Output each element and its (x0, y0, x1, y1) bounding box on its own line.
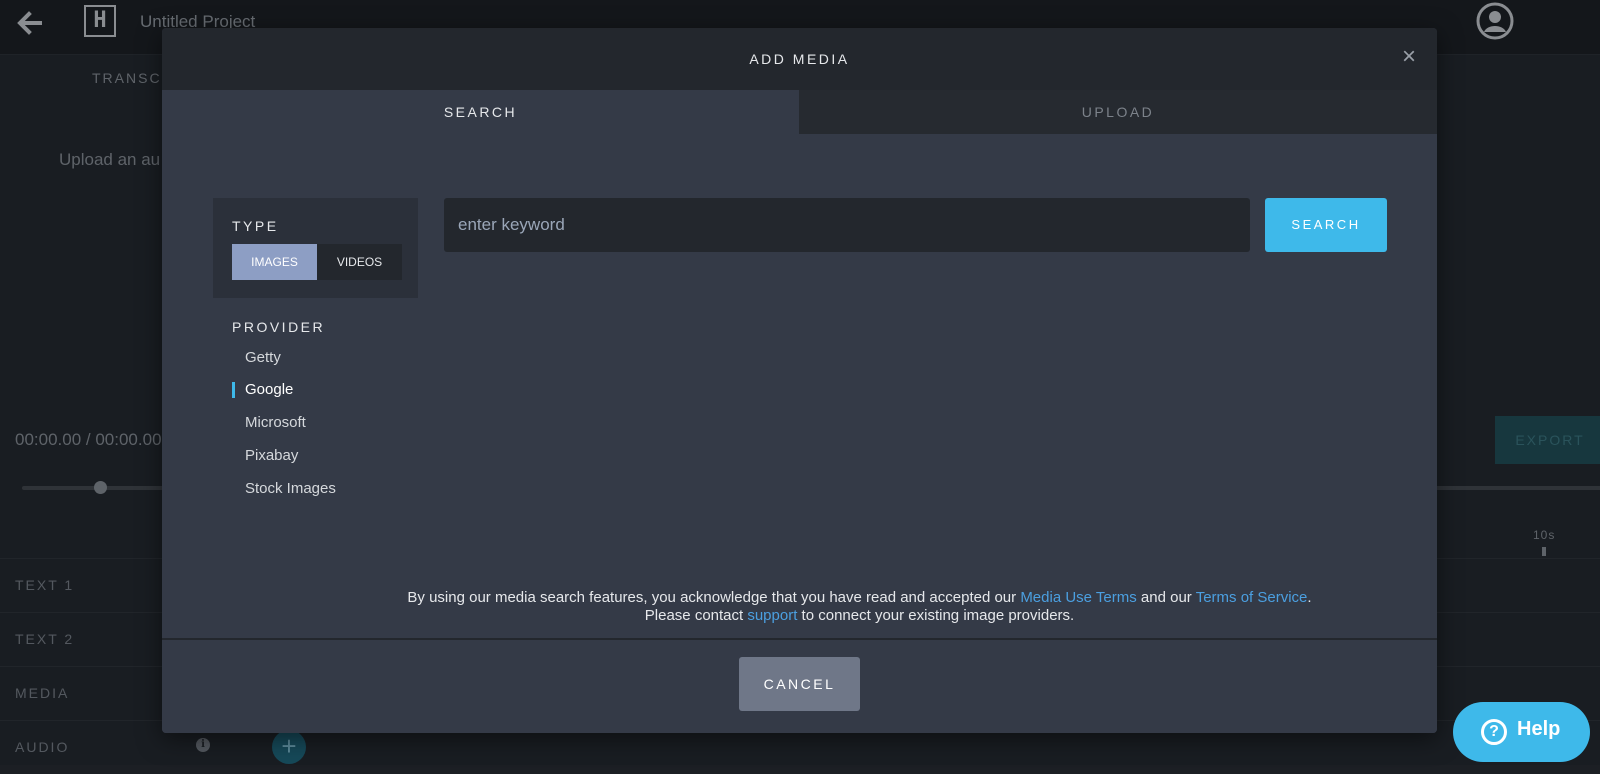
disclaimer-part: Please contact (644, 607, 748, 624)
provider-item-pixabay[interactable]: Pixabay (245, 447, 298, 464)
provider-item-microsoft[interactable]: Microsoft (245, 414, 306, 431)
provider-selected-marker (232, 382, 235, 398)
support-link[interactable]: support (747, 607, 797, 624)
help-label: Help (1517, 718, 1561, 740)
help-question-icon: ? (1481, 719, 1507, 745)
terms-of-service-link[interactable]: Terms of Service (1196, 589, 1308, 606)
cancel-button[interactable]: CANCEL (739, 657, 860, 711)
help-button[interactable]: ? Help (1453, 702, 1590, 762)
disclaimer-part: and our (1136, 589, 1196, 606)
tab-search[interactable]: SEARCH (162, 90, 799, 134)
close-icon[interactable]: × (1398, 45, 1420, 69)
type-images-toggle[interactable]: IMAGES (232, 244, 317, 280)
type-label: TYPE (232, 218, 279, 234)
disclaimer-part: to connect your existing image providers… (797, 607, 1075, 624)
type-videos-toggle[interactable]: VIDEOS (317, 244, 402, 280)
search-button[interactable]: SEARCH (1265, 198, 1387, 252)
disclaimer-part: By using our media search features, you … (407, 589, 1021, 606)
provider-item-getty[interactable]: Getty (245, 349, 281, 366)
media-use-terms-link[interactable]: Media Use Terms (1020, 589, 1136, 606)
keyword-search-input[interactable] (444, 198, 1250, 252)
tab-upload[interactable]: UPLOAD (799, 90, 1437, 134)
provider-label: PROVIDER (232, 319, 326, 335)
provider-item-google[interactable]: Google (245, 381, 293, 398)
disclaimer-text: By using our media search features, you … (162, 589, 1437, 625)
modal-title: ADD MEDIA (749, 51, 850, 67)
add-media-modal: ADD MEDIA × SEARCH UPLOAD TYPE IMAGES VI… (162, 28, 1437, 733)
provider-item-stock-images[interactable]: Stock Images (245, 480, 336, 497)
disclaimer-part: . (1307, 589, 1312, 606)
modal-header: ADD MEDIA × (162, 28, 1437, 90)
